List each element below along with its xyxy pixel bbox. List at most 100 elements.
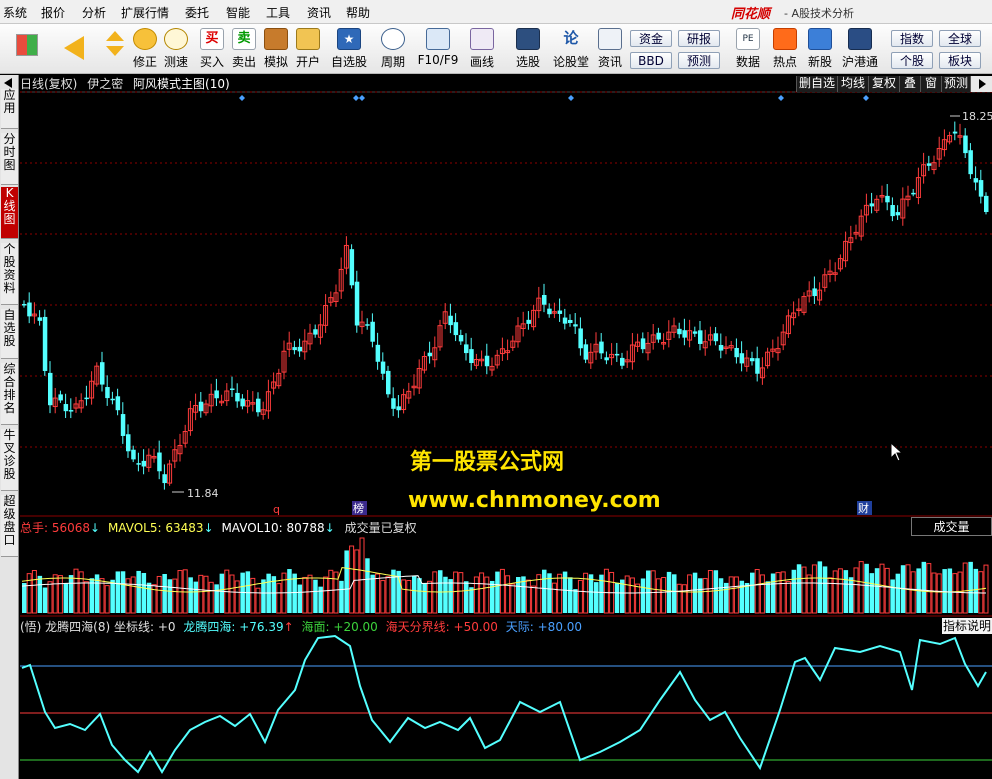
candle-body [869,203,875,207]
watermark-url: www.chnmoney.com [408,488,661,513]
volume-bar [750,572,755,613]
volume-bar [952,573,958,614]
candle-body [235,392,240,402]
volume-total-arrow-icon: ↓ [90,521,101,535]
volume-bar [936,573,942,614]
volume-bar [453,571,459,614]
volume-bar [718,578,724,613]
candle-body [542,295,547,305]
volume-bar [536,574,542,614]
volume-bar [427,580,433,614]
mavol10-label: MAVOL10: [221,521,287,535]
candle-body [63,404,69,412]
volume-bar [333,571,339,614]
candle-body [68,410,74,412]
indicator-header: (悟) 龙腾四海(8) 坐标线: +0 龙腾四海: +76.39↑ 海面: +2… [20,618,582,634]
overlay-button[interactable]: 叠 [899,76,920,92]
volume-bar [603,568,609,614]
volume-bar [676,583,682,614]
longteng-line [21,634,987,774]
signal-diamond [239,95,245,101]
candle-body [682,330,687,338]
volume-indicator-box[interactable]: 成交量 [911,517,992,536]
candle-body [968,150,973,175]
candle-body [105,387,110,399]
volume-bar [962,562,968,614]
candle-body [952,131,958,134]
candle-body [547,308,552,315]
volume-bar [848,577,854,613]
kline-chart[interactable]: 18.25 11.84 q 榜 财 [0,0,992,779]
longteng-value: +76.39 [239,620,284,634]
volume-bar [417,578,422,613]
candle-body [640,338,646,350]
volume-bar [926,563,932,614]
candle-body [978,180,984,197]
volume-bar [37,575,43,613]
candle-body [349,249,355,286]
volume-bar [853,567,859,614]
volume-bar [141,572,147,613]
candle-body [396,406,401,411]
volume-bar [193,581,199,613]
haimian-label: 海面: [301,620,334,634]
candle-body [162,474,167,484]
volume-bar [162,573,167,613]
volume-bar [869,573,875,613]
longteng-arrow-icon: ↑ [283,620,294,634]
candle-body [568,319,573,324]
mavol5-label: MAVOL5: [107,521,166,535]
volume-bar [806,574,812,614]
candle-body [27,302,32,317]
remove-watchlist-button[interactable]: 删自选 [796,76,837,92]
volume-total-label: 总手: [20,521,52,535]
forecast-panel-button[interactable]: 预测 [941,76,970,92]
candle-body [895,212,901,216]
volume-bar [99,578,105,614]
volume-bar [525,579,531,614]
volume-bar [73,568,79,614]
volume-bar [672,574,677,613]
candle-body [599,341,604,354]
adjust-button[interactable]: 复权 [868,76,899,92]
volume-bar [261,579,266,613]
candle-body [365,324,370,326]
candle-body [984,195,989,213]
window-button[interactable]: 窗 [920,76,941,92]
volume-bar [490,580,495,613]
volume-bar [661,576,667,614]
volume-bar [198,574,204,614]
formula-name: 伊之密 [87,77,124,91]
signal-diamond [778,95,784,101]
volume-bar [687,574,693,614]
candle-body [42,316,48,371]
volume-bar [910,571,916,614]
volume-bar [115,571,121,613]
candle-body [115,396,121,411]
candle-body [375,344,381,362]
volume-bar [406,579,412,614]
volume-bar [365,558,370,613]
volume-bar [167,579,173,613]
mouse-cursor-icon [890,442,904,462]
indicator-help-button[interactable]: 指标说明 [942,618,992,634]
longteng-label: 龙腾四海: [183,620,240,634]
volume-header: 总手: 56068↓ MAVOL5: 63483↓ MAVOL10: 80788… [20,519,417,535]
volume-bar [577,579,583,614]
volume-bar [573,589,578,613]
signal-diamond [863,95,869,101]
volume-bar [817,561,823,613]
volume-bar [83,581,89,614]
volume-bar [42,587,48,613]
volume-bar [843,570,849,613]
candle-body [464,344,469,354]
volume-total-value: 56068 [51,521,91,535]
volume-bar [785,581,791,614]
volume-bar [624,575,630,614]
volume-bar [63,582,69,613]
volume-bar [681,584,687,614]
collapse-panel-button[interactable] [970,76,992,92]
ma-button[interactable]: 均线 [837,76,868,92]
volume-bar [832,570,838,614]
candle-body [453,322,459,336]
